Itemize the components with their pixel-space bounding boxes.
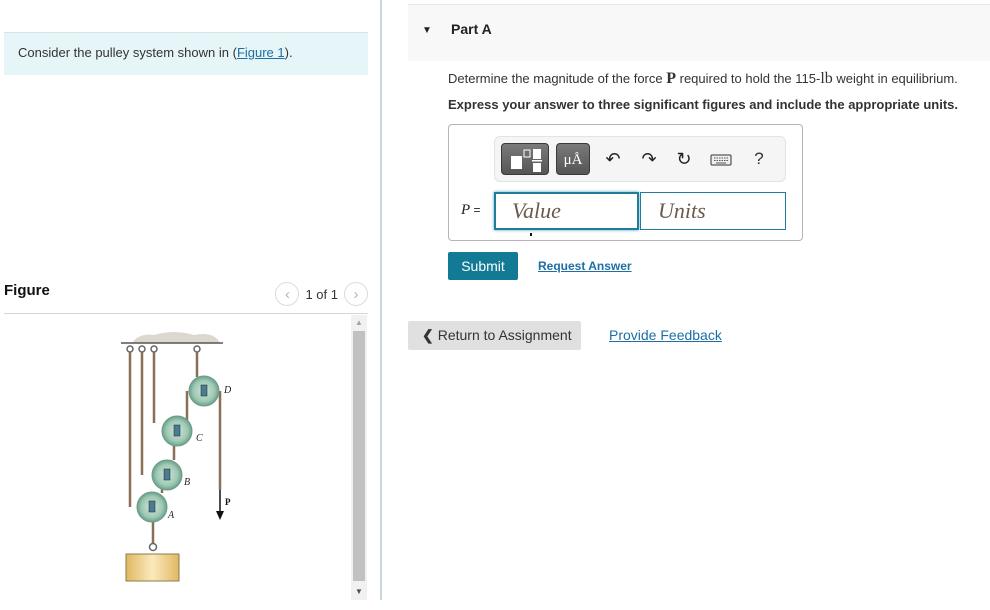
part-header[interactable]: ▼ Part A — [408, 4, 990, 61]
undo-icon[interactable]: ↶ — [602, 147, 624, 171]
intro-end: ). — [284, 45, 293, 60]
input-cursor — [530, 233, 532, 236]
help-button[interactable]: ? — [748, 147, 770, 171]
provide-feedback-link[interactable]: Provide Feedback — [609, 327, 722, 343]
chevron-left-icon: ❮ — [422, 327, 434, 343]
panel-divider — [380, 0, 382, 600]
anchor-4 — [193, 345, 201, 353]
ceiling-support — [132, 332, 220, 343]
weight-hook — [148, 542, 158, 552]
left-panel: Consider the pulley system shown in (Fig… — [0, 0, 381, 610]
problem-intro: Consider the pulley system shown in (Fig… — [4, 32, 368, 75]
scroll-thumb[interactable] — [353, 331, 365, 581]
collapse-caret-icon[interactable]: ▼ — [422, 25, 432, 36]
force-arrow-head — [216, 511, 224, 520]
unit-symbol: lb — [820, 70, 833, 87]
instruction-text: Express your answer to three significant… — [448, 97, 958, 112]
question-text-after: weight in equilibrium. — [832, 71, 958, 86]
figure-link[interactable]: Figure 1 — [237, 45, 285, 60]
templates-button[interactable] — [501, 143, 549, 175]
return-to-assignment-button[interactable]: ❮ Return to Assignment — [408, 321, 581, 350]
math-toolbar: μÅ ↶ ↷ ↻ ? — [494, 136, 786, 182]
units-button[interactable]: μÅ — [556, 143, 590, 175]
label-a: A — [167, 510, 175, 521]
keyboard-icon[interactable] — [710, 147, 732, 171]
variable-symbol: P — [461, 202, 471, 218]
label-c: C — [196, 433, 203, 444]
next-figure-button[interactable]: › — [344, 282, 368, 306]
pulley-b — [151, 459, 183, 491]
return-label: Return to Assignment — [437, 327, 572, 343]
chevron-left-icon: ‹ — [284, 285, 290, 303]
figure-pager: ‹ 1 of 1 › — [275, 282, 368, 306]
question-text: Determine the magnitude of the force P r… — [448, 70, 958, 88]
anchor-3 — [150, 345, 158, 353]
request-answer-link[interactable]: Request Answer — [538, 259, 632, 273]
pulley-d — [188, 375, 220, 407]
pulley-diagram: D C B A P — [121, 332, 232, 582]
question-text-before: Determine the magnitude of the force — [448, 71, 667, 86]
chevron-right-icon: › — [353, 285, 359, 303]
equals-sign: = — [470, 203, 481, 217]
anchor-1 — [126, 345, 134, 353]
weight-block — [125, 553, 180, 582]
force-symbol: P — [666, 70, 677, 87]
value-input[interactable]: Value — [494, 192, 639, 230]
pager-label: 1 of 1 — [305, 286, 338, 302]
answer-box: μÅ ↶ ↷ ↻ ? P = Value Units — [448, 124, 803, 241]
pulley-c — [161, 415, 193, 447]
figure-title: Figure — [4, 282, 50, 299]
question-text-middle: required to hold the 115- — [676, 71, 821, 86]
figure-header: Figure ‹ 1 of 1 › — [4, 280, 368, 314]
part-title: Part A — [451, 21, 492, 37]
figure-scrollbar[interactable]: ▲ ▼ — [351, 315, 367, 600]
figure-image: D C B A P — [4, 315, 368, 605]
pulley-a — [136, 491, 168, 523]
prev-figure-button[interactable]: ‹ — [275, 282, 300, 306]
right-panel: ▼ Part A Determine the magnitude of the … — [408, 0, 990, 610]
redo-icon[interactable]: ↷ — [638, 147, 660, 171]
variable-label: P = — [461, 202, 481, 219]
templates-icon — [511, 149, 542, 172]
intro-text: Consider the pulley system shown in ( — [18, 45, 237, 60]
scroll-up-icon[interactable]: ▲ — [351, 317, 367, 329]
submit-button[interactable]: Submit — [448, 252, 518, 280]
reset-icon[interactable]: ↻ — [673, 147, 695, 171]
label-b: B — [184, 477, 190, 488]
label-d: D — [223, 385, 232, 396]
label-p: P — [225, 497, 231, 507]
anchor-2 — [138, 345, 146, 353]
keyboard-glyph — [710, 154, 732, 166]
scroll-down-icon[interactable]: ▼ — [351, 586, 367, 598]
units-input[interactable]: Units — [640, 192, 786, 230]
